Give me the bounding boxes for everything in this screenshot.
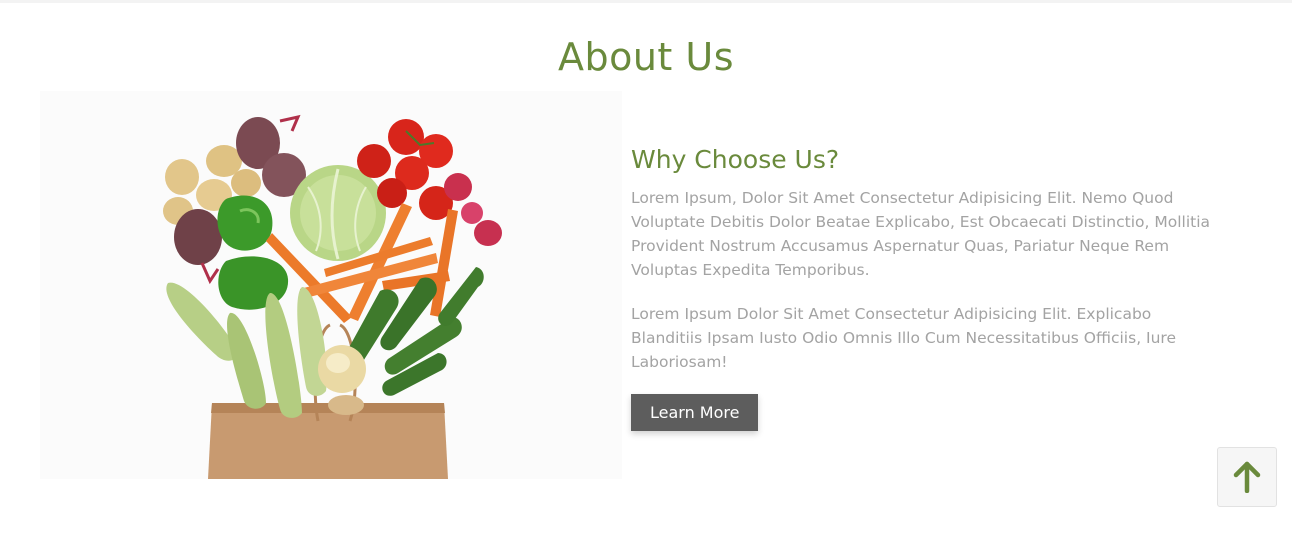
about-paragraph-1: Lorem Ipsum, Dolor Sit Amet Consectetur … xyxy=(631,189,1211,279)
vegetables-image xyxy=(40,91,622,479)
about-paragraph-2: Lorem Ipsum Dolor Sit Amet Consectetur A… xyxy=(631,305,1177,371)
section-title: About Us xyxy=(557,35,735,79)
about-page: About Us Why Choose Us? Lorem Ipsum, Dol… xyxy=(0,0,1292,545)
about-content: Why Choose Us? Lorem Ipsum, Dolor Sit Am… xyxy=(631,145,1211,431)
why-choose-heading: Why Choose Us? xyxy=(631,145,840,174)
arrow-up-icon xyxy=(1233,461,1261,493)
cabbage xyxy=(290,165,386,261)
learn-more-button[interactable]: Learn More xyxy=(631,394,759,431)
scroll-to-top-button[interactable] xyxy=(1217,447,1277,507)
